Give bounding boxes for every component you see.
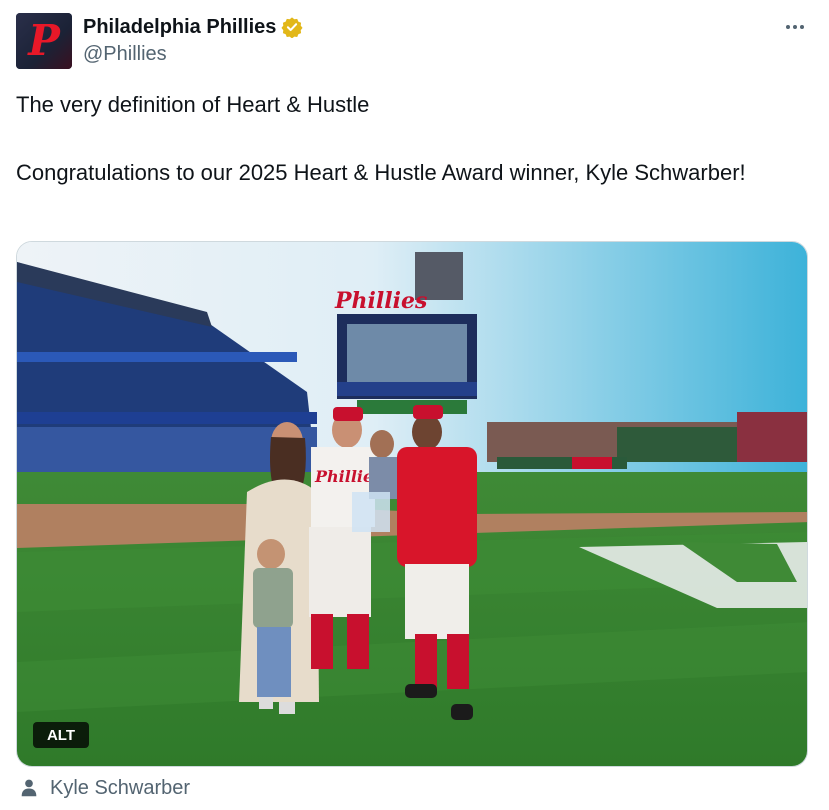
dot [786, 25, 790, 29]
more-options-button[interactable] [782, 14, 808, 40]
tweet-line-1: The very definition of Heart & Hustle [16, 92, 370, 117]
tweet-line-2: Congratulations to our 2025 Heart & Hust… [16, 160, 746, 185]
person-icon [21, 779, 37, 797]
dot [793, 25, 797, 29]
verified-badge-icon[interactable] [281, 16, 303, 38]
dot [800, 25, 804, 29]
handle[interactable]: @Phillies [83, 43, 167, 66]
tweet-photo[interactable]: Phillies Phillies [16, 241, 808, 767]
display-name[interactable]: Philadelphia Phillies [83, 16, 276, 39]
alt-text-badge[interactable]: ALT [33, 722, 89, 748]
baseball-field-photo: Phillies Phillies [17, 242, 807, 766]
tagged-user[interactable]: Kyle Schwarber [18, 775, 190, 801]
name-row: Philadelphia Phillies [83, 14, 303, 40]
avatar[interactable]: P [16, 13, 72, 69]
tagged-user-name[interactable]: Kyle Schwarber [50, 777, 190, 800]
avatar-letter: P [28, 16, 60, 65]
tweet-text: The very definition of Heart & Hustle Co… [16, 88, 806, 190]
scoreboard-logo: Phillies [334, 288, 427, 314]
